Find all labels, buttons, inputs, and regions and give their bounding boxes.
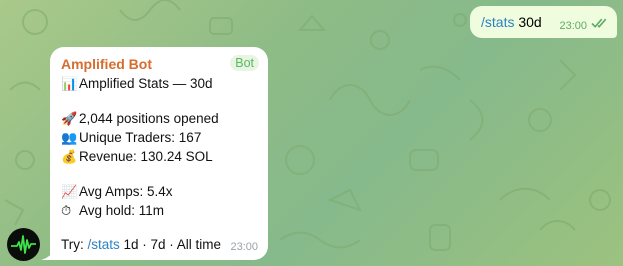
bot-avatar[interactable] (7, 228, 40, 261)
amps-text: Avg Amps: 5.4x (79, 184, 173, 199)
try-options: 1d · 7d · All time (119, 237, 222, 252)
traders-text: Unique Traders: 167 (79, 130, 202, 145)
positions-text: 2,044 positions opened (79, 111, 219, 126)
outgoing-message: /stats 30d 23:00 (470, 6, 617, 38)
traders-line: 👥 Unique Traders: 167 (61, 128, 258, 147)
trend-up-icon: 📈 (61, 185, 78, 200)
revenue-line: 💰 Revenue: 130.24 SOL (61, 147, 258, 166)
amps-line: 📈 Avg Amps: 5.4x (61, 182, 258, 201)
outgoing-command-link[interactable]: /stats (481, 14, 514, 30)
positions-line: 🚀 2,044 positions opened (61, 109, 258, 128)
stopwatch-icon: ⏱ (61, 204, 72, 219)
outgoing-time: 23:00 (559, 20, 587, 32)
people-icon: 👥 (61, 131, 78, 146)
pulse-icon (11, 235, 36, 254)
try-label: Try: (61, 237, 88, 252)
double-check-icon (591, 18, 607, 28)
outgoing-argument: 30d (514, 14, 542, 30)
bar-chart-icon: 📊 (61, 77, 78, 92)
try-command-link[interactable]: /stats (88, 237, 120, 252)
hold-text: Avg hold: 11m (79, 203, 165, 218)
incoming-time: 23:00 (230, 241, 258, 253)
money-bag-icon: 💰 (61, 150, 78, 165)
revenue-text: Revenue: 130.24 SOL (79, 149, 213, 164)
incoming-message: Amplified Bot Bot 📊 Amplified Stats — 30d… (50, 47, 268, 260)
rocket-icon: 🚀 (61, 112, 78, 127)
try-line: Try: /stats 1d · 7d · All time (61, 237, 221, 252)
bot-badge: Bot (230, 55, 259, 71)
stats-title: Amplified Stats — 30d (79, 76, 213, 91)
stats-title-line: 📊 Amplified Stats — 30d (61, 74, 258, 93)
sender-name[interactable]: Amplified Bot (61, 56, 258, 74)
hold-line: ⏱ Avg hold: 11m (61, 201, 258, 220)
